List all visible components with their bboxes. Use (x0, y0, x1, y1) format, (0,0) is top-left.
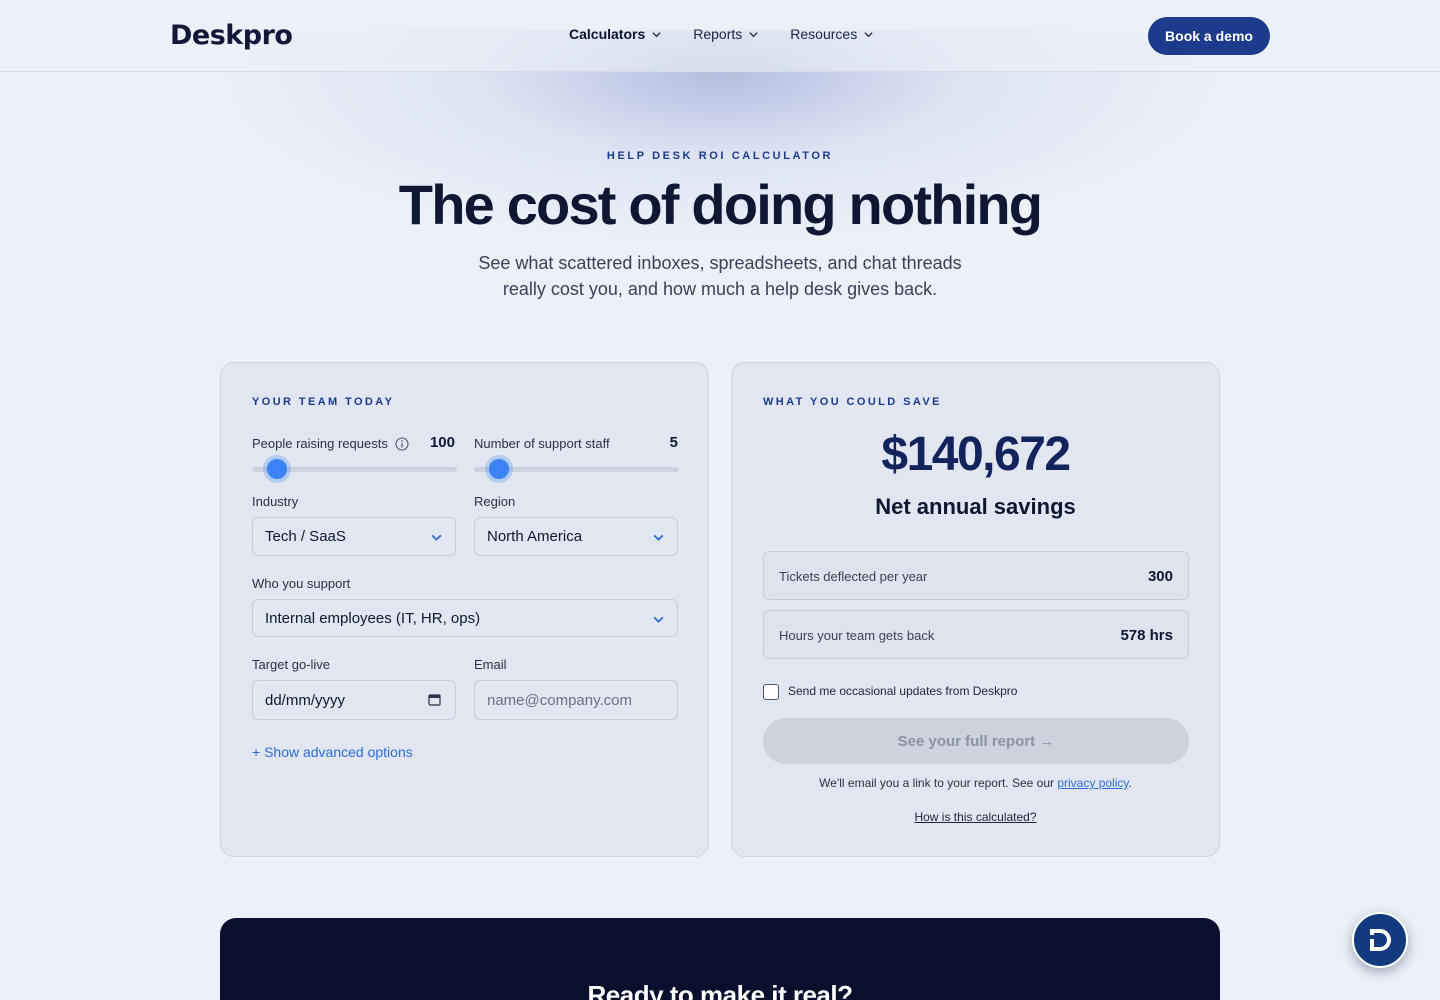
chevron-down-icon (431, 534, 442, 541)
golive-placeholder: dd/mm/yyyy (265, 691, 346, 709)
stat-hours-label: Hours your team gets back (779, 628, 935, 643)
chat-widget-button[interactable] (1352, 912, 1408, 968)
support-select[interactable]: Internal employees (IT, HR, ops) (252, 599, 678, 637)
people-slider-thumb[interactable] (267, 459, 287, 479)
nav-calculators-label: Calculators (569, 26, 646, 42)
staff-slider[interactable] (474, 458, 679, 480)
nav-resources-label: Resources (790, 26, 858, 42)
hero-subtitle: See what scattered inboxes, spreadsheets… (420, 250, 1020, 302)
show-advanced-options-link[interactable]: + Show advanced options (252, 744, 413, 760)
people-label: People raising requests (252, 436, 410, 451)
net-savings-amount: $140,672 (881, 428, 1071, 481)
chevron-down-icon (864, 31, 873, 37)
people-value: 100 (429, 434, 455, 451)
region-value: North America (487, 528, 583, 545)
privacy-policy-link[interactable]: privacy policy (1057, 776, 1128, 790)
email-note: We'll email you a link to your report. S… (732, 776, 1219, 790)
region-label: Region (474, 494, 516, 509)
chevron-down-icon (749, 31, 758, 37)
email-placeholder: name@company.com (487, 691, 633, 709)
top-navbar: Deskpro Calculators Reports Resources Bo… (0, 0, 1440, 72)
nav-reports[interactable]: Reports (693, 26, 759, 42)
page-title: The cost of doing nothing (398, 173, 1043, 236)
team-card: YOUR TEAM TODAY People raising requests … (220, 362, 709, 857)
industry-select[interactable]: Tech / SaaS (252, 517, 456, 556)
main-nav: Calculators Reports Resources (569, 26, 874, 42)
staff-slider-thumb[interactable] (489, 459, 509, 479)
support-label: Who you support (252, 576, 351, 591)
logo-text: Deskpro (170, 19, 293, 51)
email-label: Email (474, 657, 507, 672)
nav-calculators[interactable]: Calculators (569, 26, 662, 42)
deskpro-logo[interactable]: Deskpro (170, 19, 293, 51)
staff-value: 5 (669, 434, 678, 451)
cta-title: Ready to make it real? (587, 980, 854, 1000)
stat-tickets-value: 300 (1147, 568, 1173, 585)
email-note-text: We'll email you a link to your report. S… (819, 776, 1054, 790)
stat-hours-value: 578 hrs (1120, 627, 1173, 644)
golive-label: Target go-live (252, 657, 331, 672)
people-label-text: People raising requests (252, 436, 388, 451)
info-icon[interactable] (395, 437, 410, 451)
stat-tickets-label: Tickets deflected per year (779, 569, 928, 584)
team-section-label: YOUR TEAM TODAY (252, 396, 395, 408)
deskpro-chat-icon (1370, 929, 1391, 951)
nav-reports-label: Reports (693, 26, 743, 42)
savings-section-label: WHAT YOU COULD SAVE (763, 396, 942, 408)
industry-value: Tech / SaaS (265, 528, 346, 545)
hero-subtitle-line1: See what scattered inboxes, spreadsheets… (478, 253, 962, 273)
golive-date-input[interactable]: dd/mm/yyyy (252, 680, 456, 720)
industry-label: Industry (252, 494, 299, 509)
chevron-down-icon (653, 616, 664, 623)
updates-checkbox-label[interactable]: Send me occasional updates from Deskpro (788, 684, 1017, 698)
see-full-report-button[interactable]: See your full report → (763, 718, 1189, 764)
cta-banner: Ready to make it real? (220, 918, 1220, 1000)
hero-subtitle-line2: really cost you, and how much a help des… (502, 279, 938, 299)
calendar-icon[interactable] (428, 693, 441, 706)
how-calculated-link[interactable]: How is this calculated? (732, 810, 1219, 824)
updates-checkbox[interactable] (763, 684, 779, 700)
nav-resources[interactable]: Resources (790, 26, 874, 42)
hero-eyebrow: HELP DESK ROI CALCULATOR (606, 150, 834, 162)
region-select[interactable]: North America (474, 517, 678, 556)
net-savings-caption: Net annual savings (875, 494, 1076, 519)
stat-row-tickets: Tickets deflected per year 300 (763, 551, 1189, 600)
chevron-down-icon (653, 534, 664, 541)
savings-card: WHAT YOU COULD SAVE $140,672 Net annual … (731, 362, 1220, 857)
staff-label: Number of support staff (474, 436, 610, 451)
support-value: Internal employees (IT, HR, ops) (265, 609, 481, 627)
chevron-down-icon (652, 31, 661, 37)
stat-row-hours: Hours your team gets back 578 hrs (763, 610, 1189, 659)
email-input[interactable]: name@company.com (474, 680, 678, 720)
book-demo-button[interactable]: Book a demo (1148, 17, 1270, 55)
people-slider[interactable] (252, 458, 457, 480)
email-note-period: . (1128, 776, 1132, 790)
